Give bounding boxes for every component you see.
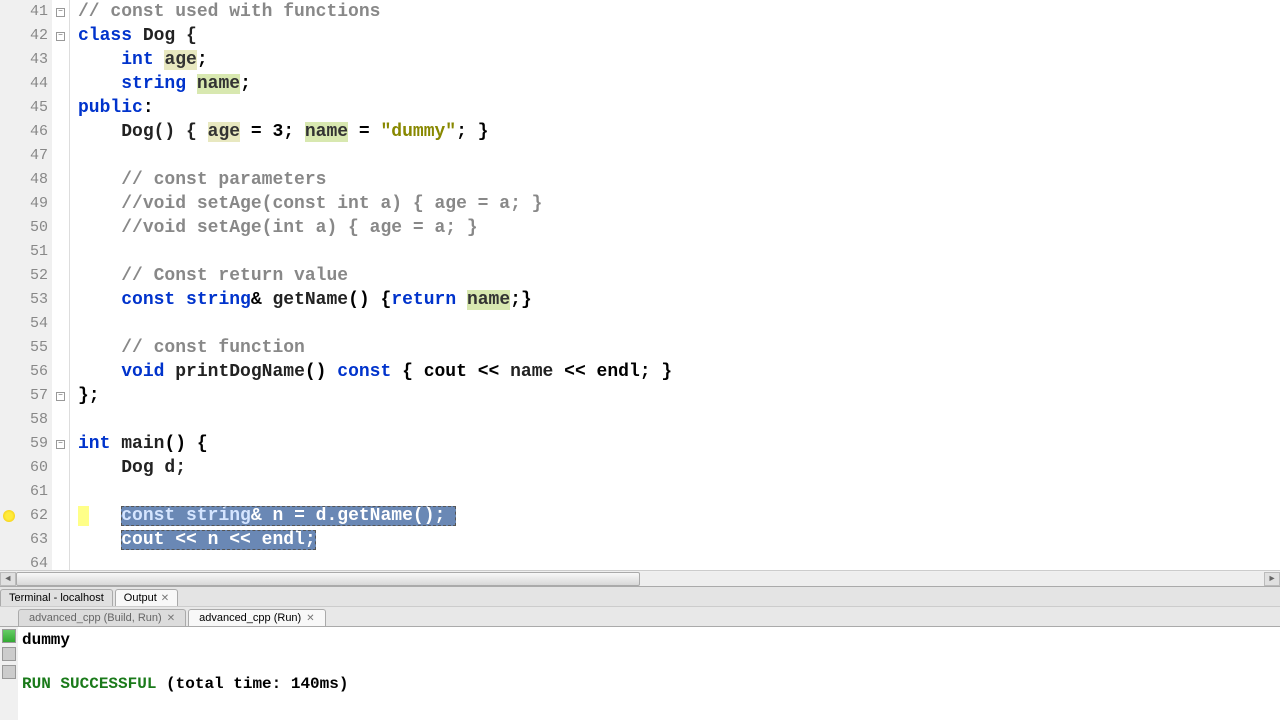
tab-label: Output <box>124 592 157 604</box>
tab-label: advanced_cpp (Run) <box>199 612 301 624</box>
tab-output[interactable]: Output ✕ <box>115 589 178 606</box>
scroll-right-icon[interactable]: ► <box>1264 572 1280 586</box>
fold-gutter[interactable]: −−−− <box>52 0 70 570</box>
tab-terminal[interactable]: Terminal - localhost <box>0 589 113 606</box>
tab-build-run[interactable]: advanced_cpp (Build, Run) ✕ <box>18 609 186 626</box>
line-number-gutter: 4142434445464748495051525354555657585960… <box>18 0 52 570</box>
scroll-track[interactable] <box>16 572 1264 586</box>
tool-icon[interactable] <box>2 665 16 679</box>
output-panel: dummy RUN SUCCESSFUL (total time: 140ms) <box>0 626 1280 720</box>
icon-gutter <box>0 0 18 570</box>
scroll-left-icon[interactable]: ◄ <box>0 572 16 586</box>
output-toolbar <box>0 627 18 720</box>
code-editor[interactable]: 4142434445464748495051525354555657585960… <box>0 0 1280 570</box>
run-time-text: (total time: 140ms) <box>166 675 348 693</box>
tab-label: Terminal - localhost <box>9 592 104 604</box>
rerun-icon[interactable] <box>2 629 16 643</box>
stop-icon[interactable] <box>2 647 16 661</box>
output-line: dummy <box>22 631 70 649</box>
close-icon[interactable]: ✕ <box>167 613 175 624</box>
bottom-panel-tabs: Terminal - localhost Output ✕ <box>0 586 1280 606</box>
run-success-text: RUN SUCCESSFUL <box>22 675 166 693</box>
code-content[interactable]: // const used with functionsclass Dog { … <box>70 0 1280 570</box>
horizontal-scrollbar[interactable]: ◄ ► <box>0 570 1280 586</box>
tab-run[interactable]: advanced_cpp (Run) ✕ <box>188 609 326 626</box>
tab-label: advanced_cpp (Build, Run) <box>29 612 162 624</box>
output-sub-tabs: advanced_cpp (Build, Run) ✕ advanced_cpp… <box>0 606 1280 626</box>
close-icon[interactable]: ✕ <box>306 613 314 624</box>
output-text[interactable]: dummy RUN SUCCESSFUL (total time: 140ms) <box>18 627 1280 720</box>
scroll-thumb[interactable] <box>16 572 640 586</box>
close-icon[interactable]: ✕ <box>161 593 169 604</box>
